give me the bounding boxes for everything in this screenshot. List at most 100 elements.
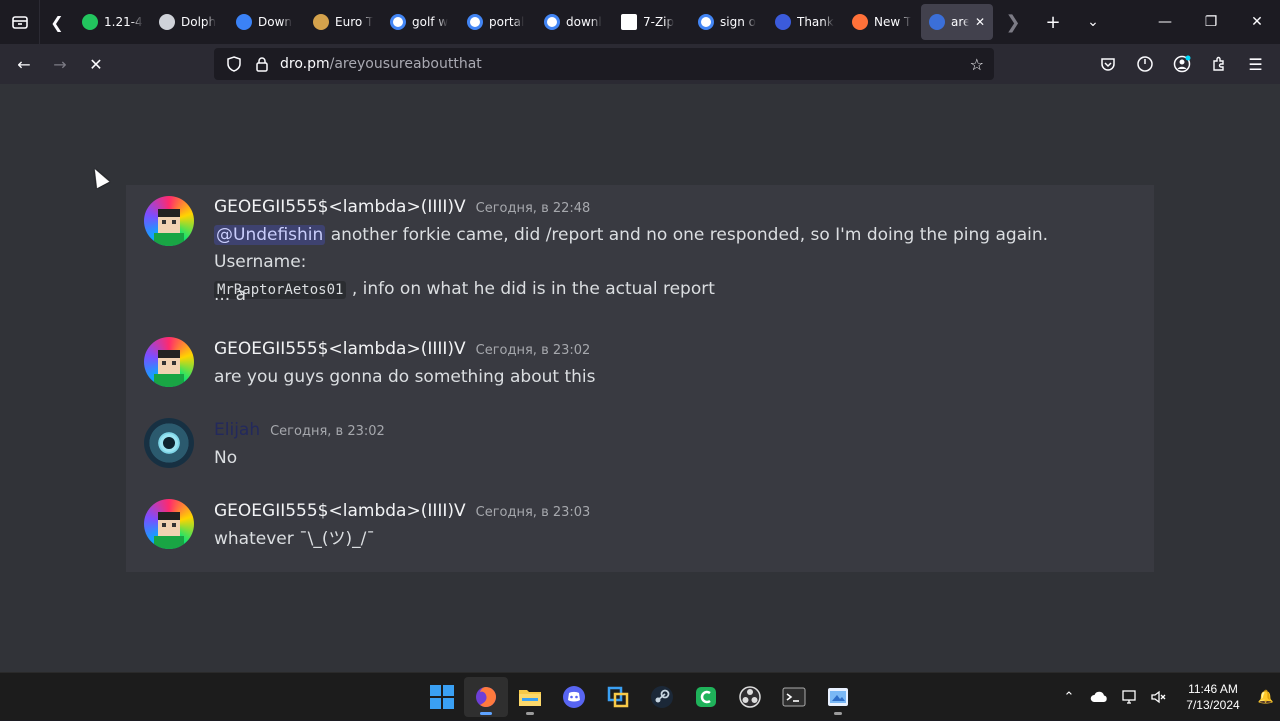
firefox-view-button[interactable] [0, 0, 40, 44]
message-username[interactable]: GEOEGII555$<lambda>(IIII)V [214, 197, 466, 217]
browser-tab[interactable]: sign o [690, 4, 767, 40]
tab-title: Thank [797, 15, 834, 29]
pocket-button[interactable] [1089, 48, 1126, 80]
plus-icon: + [1045, 11, 1061, 33]
show-hidden-icons-button[interactable]: ⌃ [1054, 673, 1084, 721]
speaker-muted-icon [1151, 690, 1166, 704]
tracking-protection-icon[interactable] [224, 56, 244, 72]
browser-tab[interactable]: New T [844, 4, 921, 40]
minimize-button[interactable]: — [1142, 0, 1188, 44]
browser-tab[interactable]: portal [459, 4, 536, 40]
message-text: are you guys gonna do something about th… [214, 367, 596, 387]
taskbar-firefox[interactable] [464, 677, 508, 717]
browser-tab[interactable]: Dolph [151, 4, 228, 40]
clock[interactable]: 11:46 AM 7/13/2024 [1174, 681, 1252, 713]
extensions-button[interactable] [1200, 48, 1237, 80]
restore-button[interactable]: ❐ [1188, 0, 1234, 44]
scroll-tabs-left-button[interactable]: ❮ [40, 0, 74, 44]
clock-date: 7/13/2024 [1186, 698, 1240, 712]
close-icon: ✕ [1251, 14, 1263, 30]
start-button[interactable] [420, 677, 464, 717]
tab-title: portal [489, 15, 525, 29]
tab-title: downl [566, 15, 602, 29]
paint-icon [828, 688, 848, 706]
download-arrow-icon [236, 14, 252, 30]
virtualbox-icon [607, 686, 629, 708]
list-all-tabs-button[interactable]: ⌄ [1073, 0, 1113, 44]
network-icon [1122, 690, 1136, 704]
tab-title: Euro T [335, 15, 374, 29]
browser-tab[interactable]: Thank [767, 4, 844, 40]
close-window-button[interactable]: ✕ [1234, 0, 1280, 44]
avatar[interactable] [144, 337, 194, 387]
avatar[interactable] [144, 499, 194, 549]
tab-strip: ❮ 1.21-4 Dolph Down Euro T golf w portal downl… [0, 0, 1280, 44]
power-circle-icon [1136, 56, 1153, 72]
taskbar-obs[interactable] [728, 677, 772, 717]
browser-tab[interactable]: Euro T [305, 4, 382, 40]
browser-tab[interactable]: 7-Zip [613, 4, 690, 40]
volume-tray[interactable] [1144, 673, 1174, 721]
google-icon [390, 14, 406, 30]
bookmark-star-icon[interactable]: ☆ [970, 55, 984, 74]
chevron-up-icon: ⌃ [1063, 689, 1075, 705]
tab-title: New T [874, 15, 912, 29]
new-tab-button[interactable]: + [1033, 0, 1073, 44]
message-text: No [214, 448, 238, 468]
puzzle-icon [1212, 56, 1224, 71]
taskbar-file-explorer[interactable] [508, 677, 552, 717]
browser-tab[interactable]: downl [536, 4, 613, 40]
taskbar-steam[interactable] [640, 677, 684, 717]
windows-logo-icon [430, 685, 454, 709]
avatar[interactable] [144, 196, 194, 246]
url-bar[interactable]: dro.pm/areyousureaboutthat ☆ [214, 48, 994, 80]
avatar[interactable] [144, 418, 194, 468]
app-menu-button[interactable]: ☰ [1237, 48, 1274, 80]
taskbar-clipchamp[interactable] [684, 677, 728, 717]
scroll-tabs-right-button[interactable]: ❯ [993, 0, 1033, 44]
onedrive-tray[interactable] [1084, 673, 1114, 721]
forward-button[interactable]: → [42, 48, 78, 80]
taskbar-virtualbox[interactable] [596, 677, 640, 717]
chevron-right-icon: ❯ [1005, 11, 1021, 33]
tab-title: golf w [412, 15, 449, 29]
stop-icon: ✕ [89, 54, 103, 74]
lock-icon[interactable] [252, 56, 272, 72]
account-button[interactable] [1163, 48, 1200, 80]
browser-tab[interactable]: golf w [382, 4, 459, 40]
tab-title: Down [258, 15, 293, 29]
tab-title: 1.21-4 [104, 15, 143, 29]
message-username[interactable]: GEOEGII555$<lambda>(IIII)V [214, 339, 466, 359]
steam-icon [651, 686, 673, 708]
firefox-icon [476, 687, 496, 707]
back-button[interactable]: ← [6, 48, 42, 80]
message-text: another forkie came, did /report and no … [214, 225, 1049, 272]
terminal-icon [782, 687, 806, 707]
firefox-view-icon [11, 16, 28, 29]
network-tray[interactable] [1114, 673, 1144, 721]
restore-icon: ❐ [1204, 14, 1218, 30]
vpn-button[interactable] [1126, 48, 1163, 80]
message-username[interactable]: GEOEGII555$<lambda>(IIII)V [214, 501, 466, 521]
browser-tab[interactable]: Down [228, 4, 305, 40]
taskbar-terminal[interactable] [772, 677, 816, 717]
account-icon [1173, 55, 1190, 73]
pocket-icon [1100, 58, 1115, 71]
stop-loading-button[interactable]: ✕ [78, 48, 114, 80]
user-mention[interactable]: @Undefishin [214, 225, 326, 245]
close-tab-icon[interactable]: ✕ [975, 15, 985, 29]
google-icon [467, 14, 483, 30]
google-icon [698, 14, 714, 30]
message-extra-line: ... a [214, 285, 247, 305]
chevron-left-icon: ❮ [50, 12, 64, 32]
taskbar: ⌃ 11:46 AM 7/13/2024 🔔 [0, 672, 1280, 720]
navigation-toolbar: ← → ✕ dro.pm/areyousureaboutthat ☆ ☰ [0, 44, 1280, 84]
browser-tab[interactable]: are ✕ [921, 4, 993, 40]
browser-tab[interactable]: 1.21-4 [74, 4, 151, 40]
taskbar-paint[interactable] [816, 677, 860, 717]
arrow-left-icon: ← [17, 54, 31, 74]
message-text: whatever ¯\_(ツ)_/¯ [214, 529, 375, 549]
taskbar-discord[interactable] [552, 677, 596, 717]
notifications-button[interactable]: 🔔 [1252, 673, 1280, 721]
message-username[interactable]: Elijah [214, 420, 260, 440]
